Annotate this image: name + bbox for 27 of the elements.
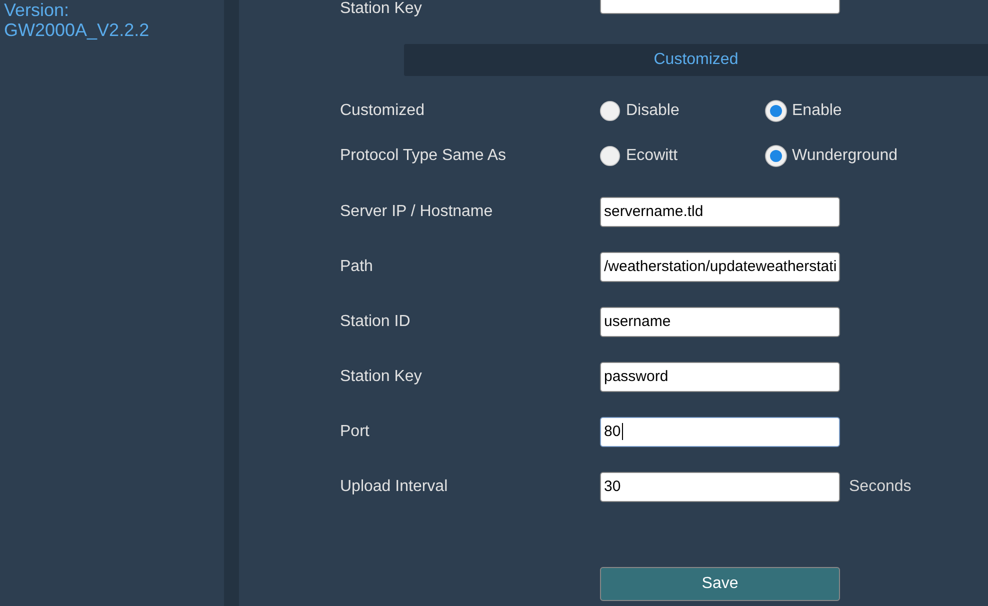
input-field[interactable]: 80	[600, 416, 840, 446]
radio-option[interactable]: Wunderground	[766, 146, 988, 166]
input-field[interactable]	[600, 0, 840, 14]
field-label: Station Key	[340, 0, 423, 18]
radio-option[interactable]: Ecowitt	[600, 146, 766, 166]
field-label: Upload Interval	[340, 478, 449, 496]
field-label: Customized	[340, 102, 426, 120]
input-field[interactable]: 30	[600, 472, 840, 502]
input-field[interactable]: username	[600, 306, 840, 336]
section-title: Customized	[654, 51, 738, 69]
input-field[interactable]: /weatherstation/updateweatherstati	[600, 252, 840, 282]
input-field[interactable]: password	[600, 362, 840, 392]
radio-icon[interactable]	[600, 146, 620, 166]
field-label: Station ID	[340, 312, 412, 330]
input-field[interactable]: servername.tld	[600, 196, 840, 226]
radio-option[interactable]: Enable	[766, 100, 988, 120]
field-label: Station Key	[340, 368, 423, 386]
radio-option[interactable]: Disable	[600, 100, 766, 120]
save-button[interactable]: Save	[600, 567, 840, 601]
field-label: Path	[340, 258, 374, 276]
version-label: Version:	[4, 0, 70, 20]
field-label: Protocol Type Same As	[340, 146, 508, 164]
field-label: Port	[340, 422, 370, 440]
radio-icon[interactable]	[600, 100, 620, 120]
field-label: Server IP / Hostname	[340, 202, 494, 220]
unit-label: Seconds	[849, 478, 912, 496]
version-value: GW2000A_V2.2.2	[4, 20, 150, 40]
